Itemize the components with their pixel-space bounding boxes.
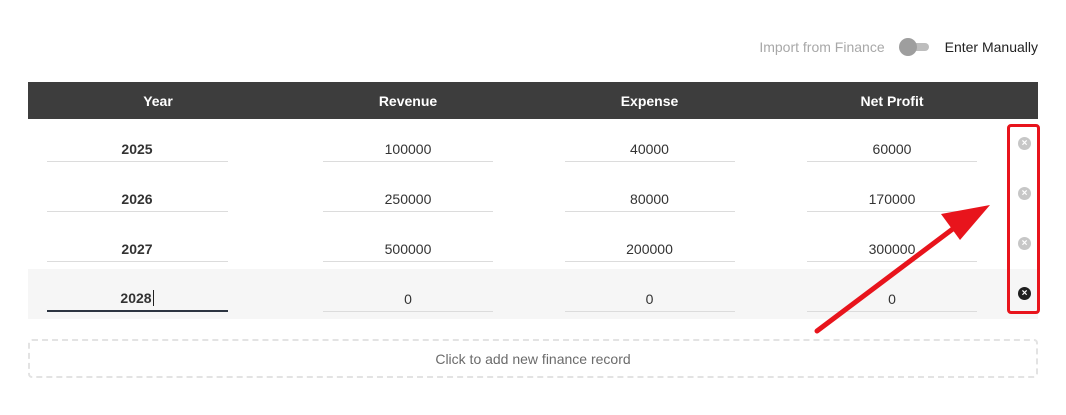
annotation-arrow-shaft — [814, 219, 965, 334]
annotation-arrow — [814, 205, 990, 334]
